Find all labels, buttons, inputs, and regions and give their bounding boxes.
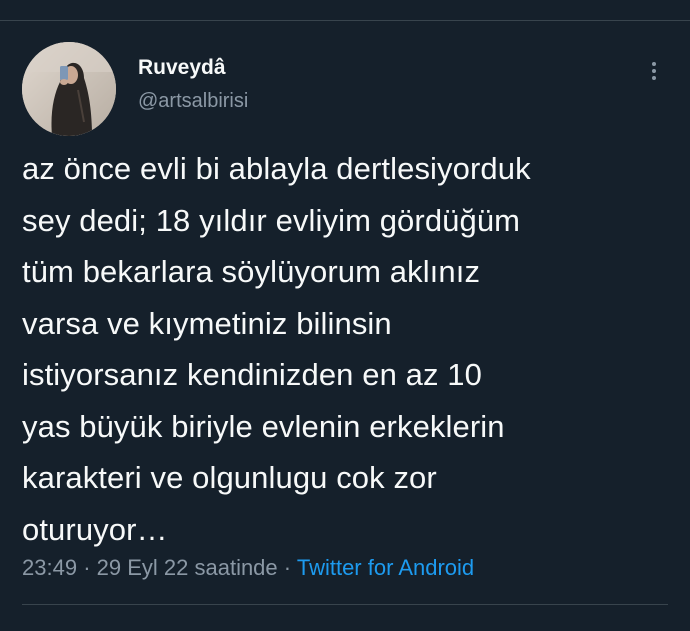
display-name[interactable]: Ruveydâ xyxy=(138,55,248,81)
user-handle[interactable]: @artsalbirisi xyxy=(138,89,248,113)
user-meta: Ruveydâ @artsalbirisi xyxy=(138,55,248,113)
meta-separator: · xyxy=(283,555,292,580)
more-options-button[interactable] xyxy=(644,57,664,85)
avatar[interactable] xyxy=(22,42,116,136)
more-vertical-icon xyxy=(652,62,656,66)
more-vertical-icon xyxy=(652,69,656,73)
meta-separator: · xyxy=(83,555,91,580)
avatar-photo xyxy=(22,42,116,136)
tweet-source-link[interactable]: Twitter for Android xyxy=(297,555,474,580)
tweet-date[interactable]: 29 Eyl 22 saatinde xyxy=(97,555,278,580)
tweet-meta: 23:49 · 29 Eyl 22 saatinde · Twitter for… xyxy=(22,554,474,582)
tweet-time[interactable]: 23:49 xyxy=(22,555,77,580)
more-vertical-icon xyxy=(652,76,656,80)
tweet: Ruveydâ @artsalbirisi az önce evli bi ab… xyxy=(0,21,690,631)
tweet-text: az önce evli bi ablayla dertlesiyorduk s… xyxy=(22,151,531,547)
bottom-divider xyxy=(22,604,668,605)
